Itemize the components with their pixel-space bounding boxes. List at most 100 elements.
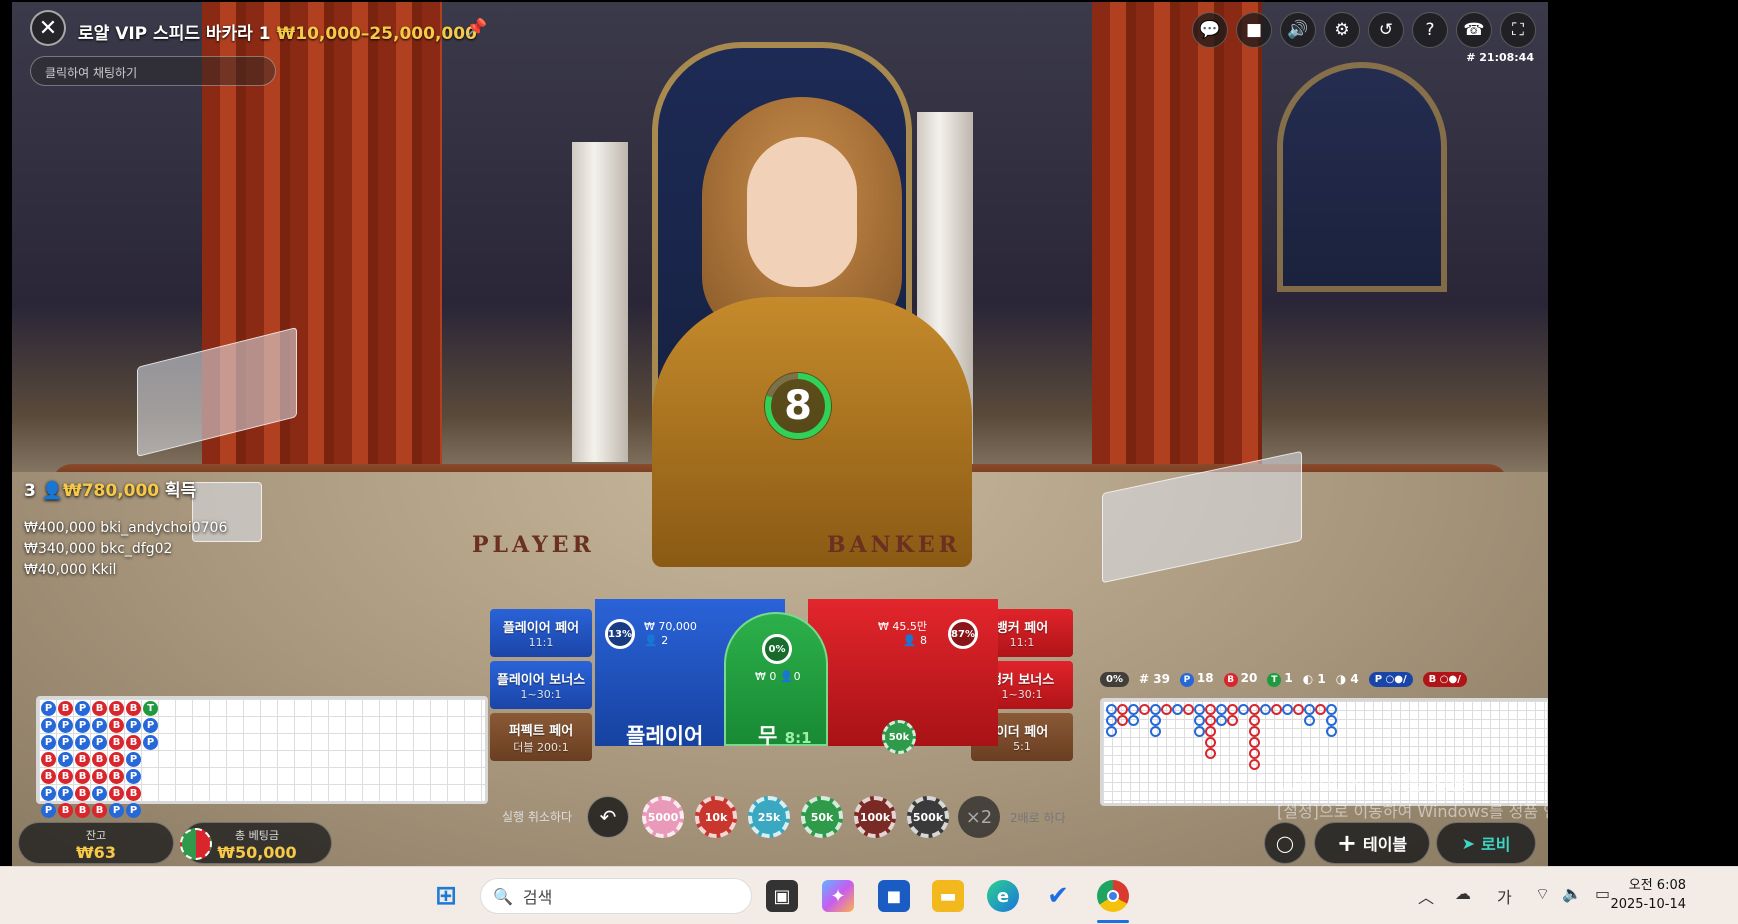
perfect-pair-bet[interactable]: 퍼펙트 페어 더블 200:1 <box>490 713 592 761</box>
big-road-mark <box>1249 704 1260 715</box>
bead-b: B <box>41 752 56 767</box>
bead-p: P <box>41 735 56 750</box>
bead-p: P <box>92 786 107 801</box>
taskbar-search[interactable]: 🔍 검색 <box>480 878 752 914</box>
bead-b: B <box>92 803 107 818</box>
active-app-indicator <box>1097 920 1129 923</box>
bead-p: P <box>126 769 141 784</box>
bead-b: B <box>92 769 107 784</box>
chip-50k[interactable]: 50k <box>801 796 843 838</box>
chat-icon[interactable]: 💬 <box>1192 12 1228 48</box>
bead-p: P <box>143 735 158 750</box>
bead-b: B <box>75 769 90 784</box>
battery-icon[interactable]: ▭ <box>1595 884 1610 903</box>
player-pair-bet[interactable]: 플레이어 페어 11:1 <box>490 609 592 657</box>
taskbar-clock[interactable]: 오전 6:08 2025-10-14 <box>1610 876 1686 914</box>
bead-b: B <box>75 803 90 818</box>
chat-toggle-button[interactable]: ◯ <box>1264 822 1306 864</box>
timer-value: 8 <box>784 383 812 429</box>
banker-bet-info: ₩ 45.5만 👤 8 <box>878 620 927 647</box>
player-predict-button[interactable]: P ○●/ <box>1368 671 1413 687</box>
chip-stack-icon <box>180 828 212 860</box>
round-stats: 0% # 39 P 18 B 20 T1 ◐ 1 ◑ 4 P ○●/ B ○●/ <box>1100 668 1548 690</box>
history-icon[interactable]: ↺ <box>1368 12 1404 48</box>
lobby-button[interactable]: ➤ 로비 <box>1436 822 1536 864</box>
todo-icon[interactable]: ✔ <box>1042 880 1074 912</box>
bead-p: P <box>109 803 124 818</box>
big-road-mark <box>1304 704 1315 715</box>
top-toolbar: 💬 ■ 🔊 ⚙ ↺ ? ☎ ⛶ <box>1192 12 1536 48</box>
pin-icon[interactable]: 📌 <box>466 18 487 38</box>
bead-b: B <box>58 769 73 784</box>
bead-b: B <box>75 752 90 767</box>
undo-button[interactable]: ↶ <box>587 796 629 838</box>
banker-predict-button[interactable]: B ○●/ <box>1422 671 1467 687</box>
copilot-icon[interactable]: ✦ <box>822 880 854 912</box>
winner-row: ₩400,000 bki_andychoi0706 <box>24 520 228 536</box>
bead-p: P <box>41 701 56 716</box>
bead-p: P <box>126 718 141 733</box>
chrome-icon[interactable] <box>1097 880 1129 912</box>
big-road-mark <box>1282 704 1293 715</box>
table-limits: ₩10,000–25,000,000 <box>276 24 477 44</box>
bead-road: PPPBBPPBPPPBPBPPPBBBBBPPBBPBBBBBBBPBPBPP… <box>36 696 488 818</box>
help-icon[interactable]: ? <box>1412 12 1448 48</box>
bead-p: P <box>41 718 56 733</box>
big-road-mark <box>1326 704 1337 715</box>
big-road-mark <box>1117 715 1128 726</box>
big-road-mark <box>1260 704 1271 715</box>
add-table-button[interactable]: + 테이블 <box>1314 822 1430 864</box>
wifi-icon[interactable]: ⌔ <box>1535 884 1550 904</box>
chip-25k[interactable]: 25k <box>748 796 790 838</box>
store-icon[interactable]: ◼ <box>878 880 910 912</box>
big-road-mark <box>1150 715 1161 726</box>
tie-label: 무 8:1 <box>758 724 812 748</box>
undo-icon: ↶ <box>599 805 617 829</box>
support-icon[interactable]: ☎ <box>1456 12 1492 48</box>
ime-indicator[interactable]: 가 <box>1497 884 1512 908</box>
player-pair-count: ◐ 1 <box>1302 672 1326 686</box>
big-road-mark <box>1194 704 1205 715</box>
big-road-mark <box>1216 704 1227 715</box>
big-road-mark <box>1205 726 1216 737</box>
video-icon[interactable]: ■ <box>1236 12 1272 48</box>
pillar <box>572 142 628 462</box>
player-wins: P 18 <box>1179 671 1214 687</box>
windows-start-icon[interactable]: ⊞ <box>430 880 462 912</box>
bead-b: B <box>41 769 56 784</box>
chat-input[interactable]: 클릭하여 채팅하기 <box>30 56 276 86</box>
edge-icon[interactable]: e <box>987 880 1019 912</box>
bead-b: B <box>126 735 141 750</box>
bead-b: B <box>109 752 124 767</box>
big-road-mark <box>1227 715 1238 726</box>
tie-percentage: 0% <box>762 634 792 664</box>
player-bonus-bet[interactable]: 플레이어 보너스 1~30:1 <box>490 661 592 709</box>
task-view-icon[interactable]: ▣ <box>766 880 798 912</box>
big-road-mark <box>1249 715 1260 726</box>
bead-p: P <box>58 786 73 801</box>
table-print-player: PLAYER <box>472 532 595 558</box>
countdown-timer: 8 <box>764 372 832 440</box>
cloud-off-icon[interactable]: ☁ <box>1455 884 1471 903</box>
close-button[interactable]: ✕ <box>30 10 66 46</box>
chip-10k[interactable]: 10k <box>695 796 737 838</box>
chevron-up-icon[interactable]: ︿ <box>1418 884 1434 908</box>
double-button[interactable]: ×2 <box>958 796 1000 838</box>
bead-p: P <box>126 803 141 818</box>
big-road-mark <box>1249 759 1260 770</box>
settings-icon[interactable]: ⚙ <box>1324 12 1360 48</box>
volume-icon[interactable]: 🔈 <box>1562 884 1582 903</box>
file-explorer-icon[interactable]: ▬ <box>932 880 964 912</box>
tie-bet-info: ₩ 0 👤0 <box>755 670 801 683</box>
bead-p: P <box>58 718 73 733</box>
curtain-right <box>1092 2 1262 472</box>
chip-100k[interactable]: 100k <box>854 796 896 838</box>
chip-5000[interactable]: 5000 <box>642 796 684 838</box>
volume-icon[interactable]: 🔊 <box>1280 12 1316 48</box>
fullscreen-icon[interactable]: ⛶ <box>1500 12 1536 48</box>
bead-p: P <box>143 718 158 733</box>
big-road-mark <box>1249 748 1260 759</box>
big-road-mark <box>1194 715 1205 726</box>
chip-500k[interactable]: 500k <box>907 796 949 838</box>
big-road-mark <box>1117 704 1128 715</box>
